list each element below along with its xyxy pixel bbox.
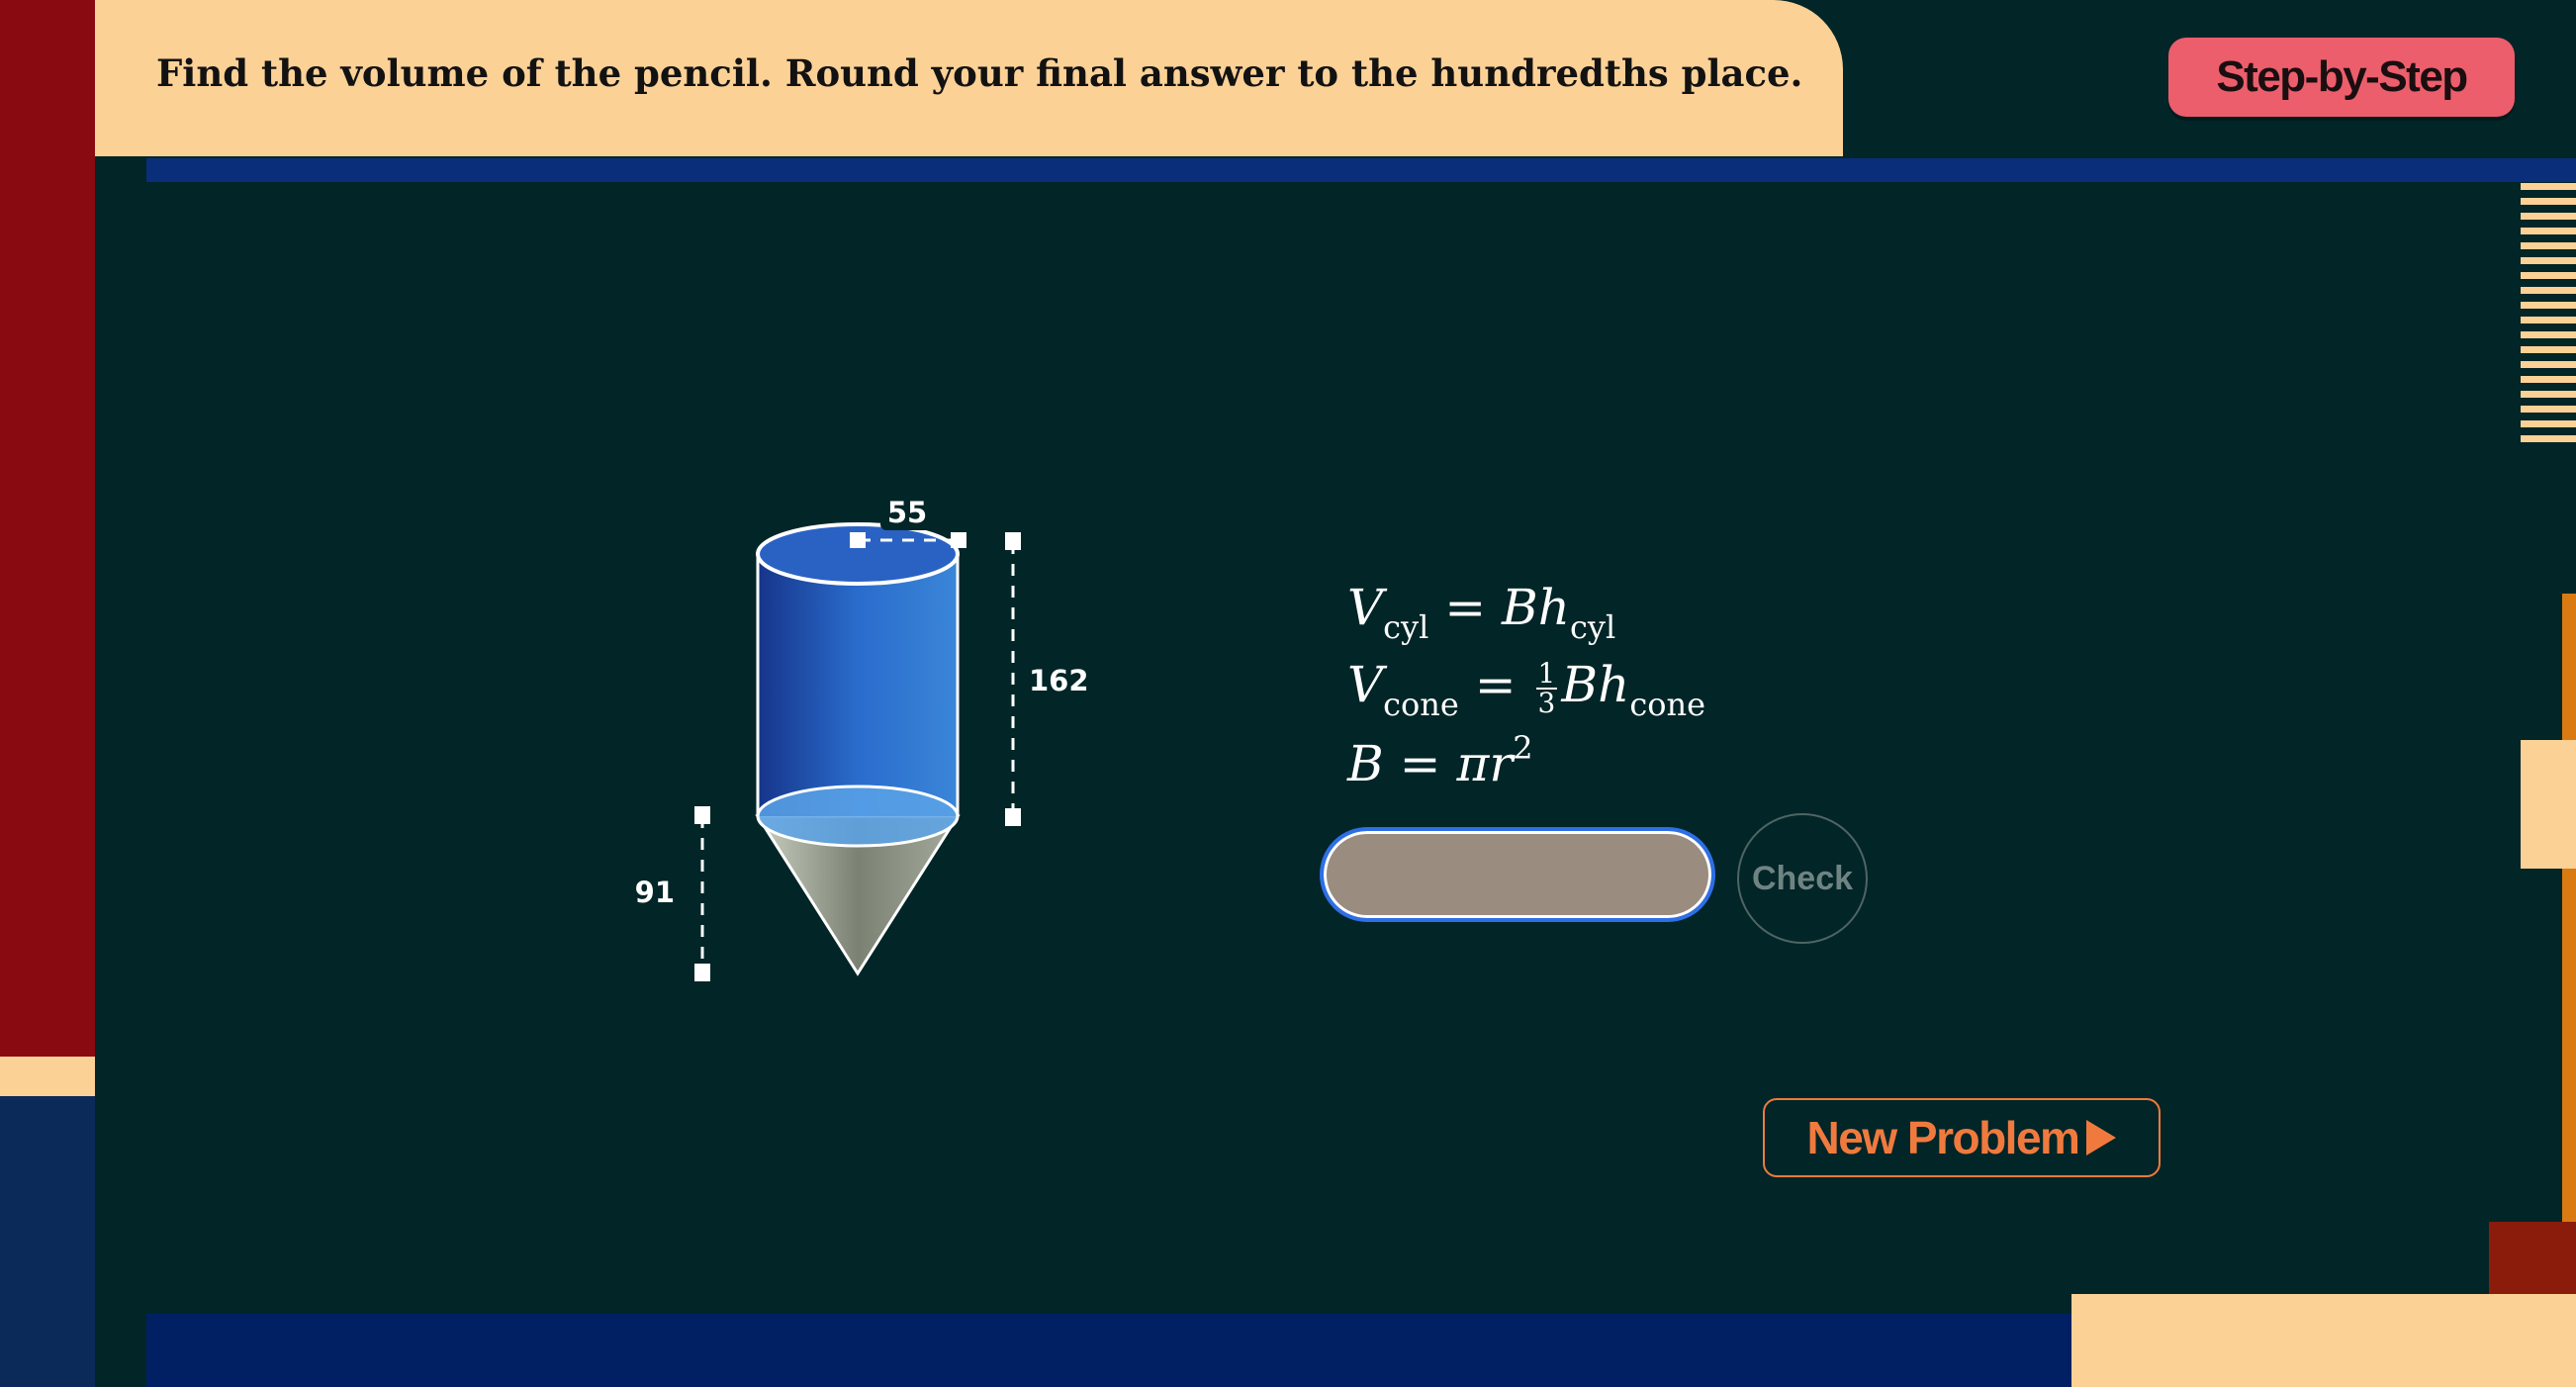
chalkboard-background xyxy=(95,0,2576,1387)
left-navy-block xyxy=(0,1096,95,1387)
decorative-top-strip xyxy=(146,158,2576,182)
cylinder-bottom xyxy=(756,785,960,848)
cylinder-body xyxy=(758,554,958,816)
play-icon xyxy=(2086,1120,2117,1156)
decorative-side-tab xyxy=(2521,740,2576,869)
base-area-formula: B = πr2 xyxy=(1347,729,1533,792)
decorative-stripes xyxy=(2521,183,2576,450)
diameter-label: 55 xyxy=(887,496,927,529)
decorative-corner-red xyxy=(2489,1222,2576,1294)
problem-prompt: Find the volume of the pencil. Round you… xyxy=(156,51,1803,95)
cone-height-label: 91 xyxy=(635,876,675,909)
cone-volume-formula: Vcone = 1 3 Bhcone xyxy=(1347,656,1706,723)
left-red-border xyxy=(0,0,95,1057)
fraction-one-third: 13 xyxy=(1535,657,1558,719)
decorative-bottom-strip xyxy=(146,1314,2071,1387)
step-by-step-button[interactable]: Step-by-Step xyxy=(2168,38,2515,117)
decorative-corner-cream xyxy=(2071,1294,2576,1387)
new-problem-button[interactable]: New Problem xyxy=(1763,1098,2161,1177)
cylinder-volume-formula: Vcyl = Bhcyl xyxy=(1347,579,1616,646)
answer-input[interactable] xyxy=(1320,827,1715,922)
new-problem-label: New Problem xyxy=(1806,1112,2080,1163)
check-button[interactable]: Check xyxy=(1737,813,1868,944)
pencil-figure: 55 162 91 xyxy=(635,493,1089,981)
cylinder-height-label: 162 xyxy=(1029,664,1089,697)
